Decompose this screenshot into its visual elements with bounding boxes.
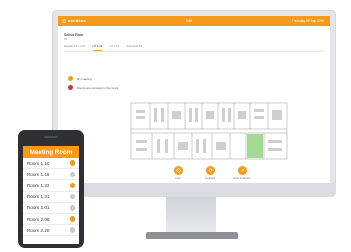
mobile-phone: Meeting Room Room 1.10 Room 1.16 Room 1.… <box>18 130 84 248</box>
list-item[interactable]: Room 1.22 <box>23 180 79 192</box>
list-item[interactable]: Room 1.10 <box>23 158 79 170</box>
list-item[interactable]: Room 1.31 <box>23 192 79 203</box>
red-dot-icon <box>68 85 73 90</box>
status-dot-icon <box>69 160 75 166</box>
room-name: Room 1.10 <box>27 160 50 166</box>
monitor-chin <box>52 183 336 197</box>
tab-floor-3[interactable]: HT 1.03 <box>109 44 119 51</box>
refresh-icon <box>205 166 215 175</box>
phone-header-title: Meeting Room <box>23 146 79 158</box>
action-label: Feedback <box>204 176 216 180</box>
app-topbar: condeco 9:58 Thursday 09 July 2020 <box>58 16 330 26</box>
clock-icon <box>173 166 183 175</box>
tab-floor-4[interactable]: Schedule 03 <box>126 44 142 51</box>
room-list: Room 1.10 Room 1.16 Room 1.22 Room 1.31 … <box>23 158 79 237</box>
desktop-screen: condeco 9:58 Thursday 09 July 2020 Selec… <box>58 16 330 183</box>
topbar-time: 9:58 <box>186 19 193 23</box>
action-label: Show & Register <box>233 176 251 180</box>
legend: My meeting Rooms are occupied in the mov… <box>68 74 119 92</box>
app-logo: condeco <box>68 18 86 23</box>
page-title: Select Floor <box>64 33 84 37</box>
status-dot-icon <box>69 182 75 189</box>
header-divider <box>64 51 324 52</box>
menu-icon[interactable] <box>62 19 66 23</box>
desktop-monitor: condeco 9:58 Thursday 09 July 2020 Selec… <box>52 10 336 197</box>
floor-tabs: Mayfair lot + 1.02 HT 1.02 HT 1.03 Sched… <box>64 44 142 51</box>
clear-button[interactable]: Clear <box>168 166 188 180</box>
room-name: Room 1.31 <box>27 194 50 200</box>
phone-screen: Meeting Room Room 1.10 Room 1.16 Room 1.… <box>23 146 79 244</box>
list-item[interactable]: Room 1.16 <box>23 169 79 181</box>
room-name: Room 2.20 <box>27 227 50 233</box>
room-name: Room 2.08 <box>27 216 50 222</box>
legend-item-occupied: Rooms are occupied in the movie <box>68 83 119 92</box>
list-item[interactable]: Room 2.01 <box>23 203 79 214</box>
tab-floor-2[interactable]: HT 1.02 <box>92 44 103 51</box>
phone-speaker <box>44 136 58 138</box>
arrow-icon <box>237 166 247 175</box>
logo-area: condeco <box>62 18 86 23</box>
tab-floor-1[interactable]: Mayfair lot + 1.02 <box>64 44 86 51</box>
legend-label: Rooms are occupied in the movie <box>77 85 119 90</box>
room-name: Room 1.16 <box>27 171 50 177</box>
list-item[interactable]: Room 2.20 <box>23 225 79 237</box>
orange-dot-icon <box>68 76 73 81</box>
page-subtitle: 31 <box>64 38 67 41</box>
status-dot-icon <box>69 205 75 211</box>
monitor-stand-base <box>146 232 238 239</box>
floor-plan[interactable] <box>130 102 288 160</box>
legend-label: My meeting <box>77 76 92 81</box>
monitor-stand-neck <box>166 197 216 233</box>
topbar-date: Thursday 09 July 2020 <box>291 19 324 23</box>
feedback-button[interactable]: Feedback <box>200 166 220 180</box>
status-dot-icon <box>69 227 75 233</box>
list-item[interactable]: Room 2.08 <box>23 214 79 226</box>
action-label: Clear <box>175 176 181 180</box>
available-room-highlight[interactable] <box>247 134 263 158</box>
action-bar: Clear Feedback Show & Register <box>168 166 252 180</box>
room-name: Room 2.01 <box>27 205 50 211</box>
status-dot-icon <box>69 171 75 178</box>
status-dot-icon <box>69 193 75 200</box>
status-dot-icon <box>69 216 75 222</box>
show-register-button[interactable]: Show & Register <box>232 166 252 180</box>
room-name: Room 1.22 <box>27 182 50 188</box>
legend-item-my-meeting: My meeting <box>68 74 119 83</box>
